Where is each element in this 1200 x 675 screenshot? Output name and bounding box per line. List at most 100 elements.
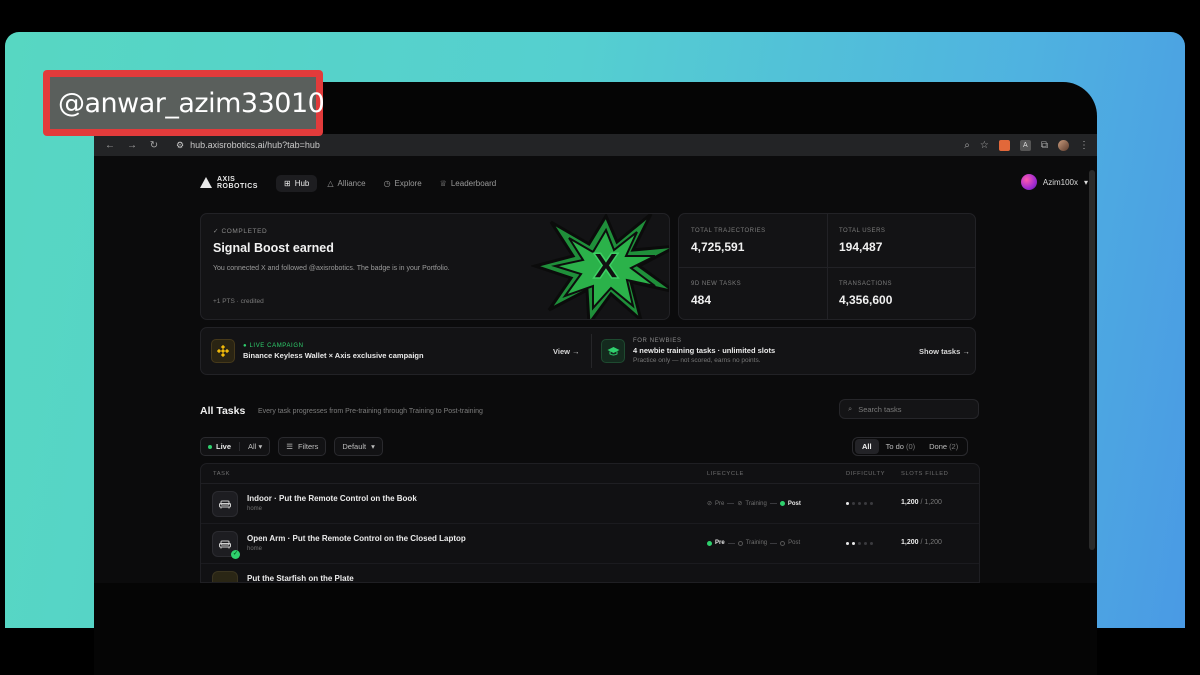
axis-logo-icon [200, 177, 212, 189]
live-campaign: ● LIVE CAMPAIGN Binance Keyless Wallet ×… [211, 328, 424, 374]
user-menu[interactable]: Azim100x ▾ [1020, 174, 1088, 190]
browser-window: ← → ↻ ⚙ hub.axisrobotics.ai/hub?tab=hub … [94, 134, 1097, 583]
filters-button[interactable]: ☰ Filters [278, 437, 327, 456]
profile-avatar-icon[interactable] [1058, 139, 1069, 151]
filter-bar: Live All ▾ ☰ Filters Default ▾ [200, 437, 383, 456]
table-row[interactable]: ✓ Open Arm · Put the Remote Control on t… [201, 524, 979, 564]
sofa-icon: ✓ [212, 531, 240, 559]
chevron-down-icon: ▾ [1083, 177, 1088, 187]
slots-total: / 1,200 [920, 539, 942, 546]
nav-item-leaderboard[interactable]: ♕ Leaderboard [432, 175, 505, 192]
view-campaign-link[interactable]: View → [553, 347, 580, 356]
scope-count: (0) [905, 442, 916, 451]
lifecycle-step-post: Post [779, 500, 801, 507]
lifecycle-step-label: Pre [715, 500, 725, 507]
search-placeholder: Search tasks [858, 404, 902, 414]
check-icon: ⊘ [707, 501, 713, 507]
difficulty-dot [852, 542, 855, 545]
task-title: Open Arm · Put the Remote Control on the… [247, 534, 466, 543]
status-dot-icon [707, 540, 712, 546]
forward-icon[interactable]: → [124, 140, 140, 151]
chevron-down-icon: ▾ [258, 442, 263, 451]
all-label: All [248, 442, 257, 451]
nav-item-label: Alliance [337, 178, 366, 188]
live-filter[interactable]: Live All ▾ [200, 437, 271, 456]
brand-line-2: ROBOTICS [217, 183, 258, 190]
show-tasks-link[interactable]: Show tasks → [919, 347, 970, 356]
all-tasks-subtitle: Every task progresses from Pre-training … [258, 408, 483, 415]
divider [591, 334, 592, 368]
extensions-puzzle-icon[interactable]: ⧉ [1041, 140, 1048, 151]
back-icon[interactable]: ← [102, 140, 118, 151]
nav-item-hub[interactable]: ⊞ Hub [276, 174, 318, 192]
lifecycle-progress: Pre Training Post [707, 540, 800, 546]
address-bar[interactable]: ⚙ hub.axisrobotics.ai/hub?tab=hub [176, 140, 320, 151]
tasks-table: TASK LIFECYCLE DIFFICULTY SLOTS FILLED I… [200, 463, 980, 583]
campaign-title: 4 newbie training tasks · unlimited slot… [633, 346, 776, 355]
zoom-icon[interactable]: ⌕ [964, 140, 970, 151]
nav-item-label: Hub [294, 178, 310, 188]
nav-item-alliance[interactable]: △ Alliance [319, 175, 373, 192]
completed-tag: ✓ COMPLETED [213, 228, 268, 235]
nav-item-explore[interactable]: ◷ Explore [376, 175, 430, 192]
username: Azim100x [1042, 177, 1078, 187]
hero-title: Signal Boost earned [213, 241, 334, 255]
stat-value: 194,487 [839, 240, 883, 254]
lifecycle-progress: ⊘ Pre ⊘ Training Post [707, 500, 801, 508]
difficulty-dot [870, 542, 873, 545]
slots-filled: 1,200 / 1,200 [901, 499, 942, 506]
stat-label: 9D NEW TASKS [691, 281, 742, 287]
status-dot-icon [780, 540, 786, 546]
brand-logo[interactable]: AXIS ROBOTICS [200, 176, 276, 190]
reload-icon[interactable]: ↻ [146, 140, 162, 151]
lifecycle-step-post: Post [780, 540, 800, 546]
task-title: Indoor · Put the Remote Control on the B… [247, 494, 417, 503]
filter-icon: ☰ [286, 442, 293, 451]
table-row[interactable]: Indoor · Put the Remote Control on the B… [201, 484, 979, 524]
bookmark-star-icon[interactable]: ☆ [980, 140, 989, 151]
difficulty-dot [858, 502, 861, 505]
stat-total-users: TOTAL USERS 194,487 [827, 214, 975, 267]
sort-label: Default [342, 442, 367, 451]
column-task: TASK [213, 471, 231, 477]
task-category: home [247, 506, 263, 512]
top-navigation: AXIS ROBOTICS ⊞ Hub △ Alliance ◷ Explore … [200, 172, 1088, 194]
lifecycle-step-label: Pre [715, 540, 725, 546]
campaign-label: ● LIVE CAMPAIGN [243, 342, 304, 349]
lifecycle-step-pre: Pre [707, 540, 725, 546]
scope-todo[interactable]: To do (0) [879, 439, 923, 454]
table-row[interactable]: Put the Starfish on the Plate [201, 564, 979, 582]
lifecycle-step-label: Post [787, 500, 801, 507]
difficulty-dot [870, 502, 873, 505]
sort-select[interactable]: Default ▾ [334, 437, 383, 456]
difficulty-dot [846, 502, 849, 505]
extension-a-icon[interactable]: A [1019, 139, 1031, 151]
signal-boost-card: ✓ COMPLETED Signal Boost earned You conn… [200, 213, 670, 320]
difficulty-dot [852, 502, 855, 505]
check-icon: ⊘ [737, 501, 743, 507]
extension-fox-icon[interactable] [998, 139, 1010, 151]
nav-item-label: Leaderboard [450, 178, 497, 188]
slots-filled-count: 1,200 [901, 539, 919, 546]
page-scrollbar[interactable] [1089, 170, 1095, 550]
badge-letter: X [593, 247, 619, 287]
stat-value: 4,356,600 [839, 293, 893, 307]
stat-transactions: TRANSACTIONS 4,356,600 [827, 267, 975, 320]
lifecycle-step-pre: ⊘ Pre [707, 500, 725, 508]
binance-icon [211, 339, 235, 363]
site-settings-icon[interactable]: ⚙ [176, 140, 184, 151]
difficulty-dot [846, 542, 849, 545]
hub-icon: ⊞ [284, 178, 291, 188]
stat-new-tasks: 9D NEW TASKS 484 [679, 267, 827, 320]
chevron-down-icon: ▾ [371, 442, 375, 451]
difficulty-dot [864, 542, 867, 545]
table-header: TASK LIFECYCLE DIFFICULTY SLOTS FILLED [201, 464, 979, 484]
scope-all[interactable]: All [855, 439, 879, 454]
menu-kebab-icon[interactable]: ⋮ [1079, 140, 1089, 151]
column-slots-filled: SLOTS FILLED [901, 471, 949, 477]
scope-done[interactable]: Done (2) [922, 439, 965, 454]
slots-total: / 1,200 [920, 499, 942, 506]
search-input[interactable]: ⌕ Search tasks [839, 399, 979, 419]
app-root: AXIS ROBOTICS ⊞ Hub △ Alliance ◷ Explore … [94, 156, 1089, 583]
column-lifecycle: LIFECYCLE [707, 471, 744, 477]
